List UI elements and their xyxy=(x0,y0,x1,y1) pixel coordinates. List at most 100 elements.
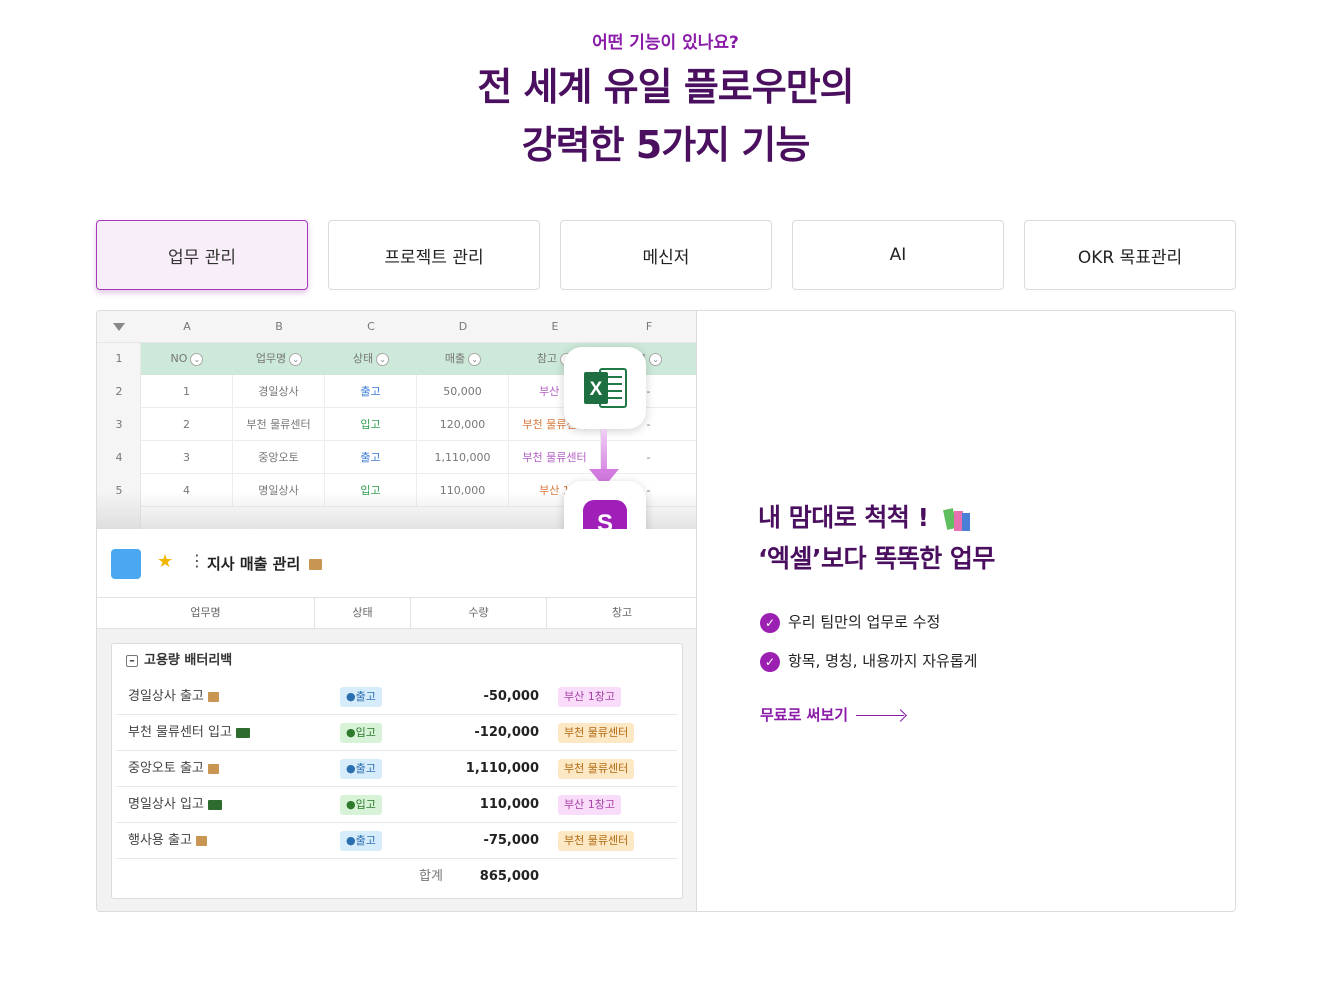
feature-bullet: ✓ 항목, 명칭, 내용까지 자유롭게 xyxy=(760,651,977,672)
try-free-link[interactable]: 무료로 써보기 xyxy=(760,704,905,725)
task-name: 중앙오토 출고 xyxy=(128,751,219,787)
group-name: 고용량 배터리백 xyxy=(144,653,233,668)
sheet-cell[interactable]: 120,000 xyxy=(417,408,509,441)
col-letter: D xyxy=(458,320,468,333)
sheet-cell[interactable]: 2 xyxy=(141,408,233,441)
feature-bullet: ✓ 우리 팀만의 업무로 수정 xyxy=(760,612,940,633)
more-icon[interactable]: ⋮ xyxy=(189,551,205,570)
tab-okr[interactable]: OKR 목표관리 xyxy=(1024,220,1236,290)
feature-tabs: 업무 관리 프로젝트 관리 메신저 AI OKR 목표관리 xyxy=(96,220,1236,290)
total-value: 865,000 xyxy=(479,869,539,884)
task-amount: 110,000 xyxy=(479,797,539,812)
arrow-right-icon xyxy=(856,714,905,717)
box-icon xyxy=(207,691,219,702)
table-row[interactable]: 부천 물류센터 입고 ●입고 -120,000 부천 물류센터 xyxy=(116,715,677,751)
col-letter: B xyxy=(275,320,283,333)
task-name: 명일상사 입고 xyxy=(128,787,222,823)
headline: 전 세계 유일 플로우만의 강력한 5가지 기능 xyxy=(0,58,1331,174)
status-badge[interactable]: ●입고 xyxy=(340,795,382,815)
feature-title-line-1: 내 맘대로 척척 ! xyxy=(758,503,929,532)
status-badge[interactable]: ●입고 xyxy=(340,723,382,743)
total-label: 합계 xyxy=(419,869,443,884)
task-title: 지사 매출 관리 xyxy=(207,555,301,573)
row-number: 2 xyxy=(115,385,123,398)
task-amount: -75,000 xyxy=(483,833,539,848)
group-header[interactable]: – 고용량 배터리백 xyxy=(112,644,684,678)
total-row: 합계 865,000 xyxy=(116,859,677,895)
books-icon xyxy=(942,507,973,531)
sheet-cell[interactable]: 중앙오토 xyxy=(233,441,325,474)
table-row[interactable]: 경일상사 출고 ●출고 -50,000 부산 1창고 xyxy=(116,679,677,715)
header-cell[interactable]: NO ⌄ xyxy=(141,343,233,375)
sheet-cell[interactable]: 출고 xyxy=(325,375,417,408)
task-col-header[interactable]: 수량 xyxy=(411,598,547,628)
check-circle-icon: ✓ xyxy=(760,612,780,633)
task-title-bar: ★ ⋮ 지사 매출 관리 xyxy=(97,529,696,597)
task-amount: -50,000 xyxy=(483,689,539,704)
check-circle-icon: ✓ xyxy=(760,651,780,672)
location-badge[interactable]: 부천 물류센터 xyxy=(558,759,635,779)
status-badge[interactable]: ●출고 xyxy=(340,831,382,851)
excel-icon-card: X xyxy=(564,347,646,429)
col-letter: C xyxy=(367,320,375,333)
feature-title-line-2: ‘엑셀’보다 똑똑한 업무 xyxy=(758,544,995,573)
sheet-cell[interactable]: 부천 물류센터 xyxy=(233,408,325,441)
task-amount: 1,110,000 xyxy=(465,761,539,776)
collapse-icon[interactable]: – xyxy=(126,654,138,667)
col-letter: A xyxy=(183,320,191,333)
task-rows: 경일상사 출고 ●출고 -50,000 부산 1창고 부천 물류센터 입고 ●입고 -120… xyxy=(116,679,679,895)
task-name: 경일상사 출고 xyxy=(128,679,219,715)
eyebrow: 어떤 기능이 있나요? xyxy=(592,33,739,53)
sheet-cell[interactable]: 부천 물류센터 xyxy=(509,441,601,474)
tab-task-management[interactable]: 업무 관리 xyxy=(96,220,308,290)
task-columns: 업무명 상태 수량 창고 xyxy=(97,597,696,629)
feature-panel: A B C D E F 1 2 3 4 5 NO⌄ 업무명⌄ 상태⌄ 매출⌄ 참… xyxy=(96,310,1236,912)
sheet-cell[interactable]: 경일상사 xyxy=(233,375,325,408)
task-col-header[interactable]: 창고 xyxy=(547,598,696,628)
feature-title: 내 맘대로 척척 ! ‘엑셀’보다 똑똑한 업무 xyxy=(758,497,995,579)
location-badge[interactable]: 부천 물류센터 xyxy=(558,831,635,851)
col-letter: E xyxy=(551,320,559,333)
chevron-down-icon: ⌄ xyxy=(468,352,482,366)
row-number: 1 xyxy=(115,352,123,365)
excel-letter: X xyxy=(590,379,603,400)
truck-icon xyxy=(235,727,250,738)
chevron-down-icon: ⌄ xyxy=(190,352,204,366)
sheet-cell[interactable]: 50,000 xyxy=(417,375,509,408)
box-icon xyxy=(309,559,323,570)
row-number: 4 xyxy=(115,451,123,464)
chevron-down-icon: ⌄ xyxy=(376,352,390,366)
header-cell[interactable]: 상태 ⌄ xyxy=(325,343,417,375)
tab-messenger[interactable]: 메신저 xyxy=(560,220,772,290)
location-badge[interactable]: 부산 1창고 xyxy=(558,687,621,707)
sheet-cell[interactable]: 3 xyxy=(141,441,233,474)
feature-description: 내 맘대로 척척 ! ‘엑셀’보다 똑똑한 업무 ✓ 우리 팀만의 업무로 수정 … xyxy=(698,311,1235,911)
table-row[interactable]: 명일상사 입고 ●입고 110,000 부산 1창고 xyxy=(116,787,677,823)
task-name: 부천 물류센터 입고 xyxy=(128,715,250,751)
excel-icon: X xyxy=(584,368,627,408)
table-row[interactable]: 중앙오토 출고 ●출고 1,110,000 부천 물류센터 xyxy=(116,751,677,787)
tab-ai[interactable]: AI xyxy=(792,220,1004,290)
status-badge[interactable]: ●출고 xyxy=(340,687,382,707)
tab-project-management[interactable]: 프로젝트 관리 xyxy=(328,220,540,290)
task-amount: -120,000 xyxy=(474,725,539,740)
header-cell[interactable]: 업무명 ⌄ xyxy=(233,343,325,375)
header-cell[interactable]: 매출 ⌄ xyxy=(417,343,509,375)
sheet-cell[interactable]: 1,110,000 xyxy=(417,441,509,474)
truck-icon xyxy=(207,799,222,810)
status-badge[interactable]: ●출고 xyxy=(340,759,382,779)
sheet-cell[interactable]: 1 xyxy=(141,375,233,408)
box-icon xyxy=(195,835,207,846)
star-icon[interactable]: ★ xyxy=(157,551,173,572)
table-row[interactable]: 행사용 출고 ●출고 -75,000 부천 물류센터 xyxy=(116,823,677,859)
location-badge[interactable]: 부산 1창고 xyxy=(558,795,621,815)
sheet-cell[interactable]: 입고 xyxy=(325,408,417,441)
task-col-header[interactable]: 업무명 xyxy=(97,598,315,628)
headline-line-1: 전 세계 유일 플로우만의 xyxy=(477,65,854,109)
chevron-down-icon: ⌄ xyxy=(289,352,303,366)
col-letter: F xyxy=(645,320,653,333)
sheet-cell[interactable]: 출고 xyxy=(325,441,417,474)
location-badge[interactable]: 부천 물류센터 xyxy=(558,723,635,743)
project-color-icon xyxy=(111,549,141,579)
task-col-header[interactable]: 상태 xyxy=(315,598,411,628)
